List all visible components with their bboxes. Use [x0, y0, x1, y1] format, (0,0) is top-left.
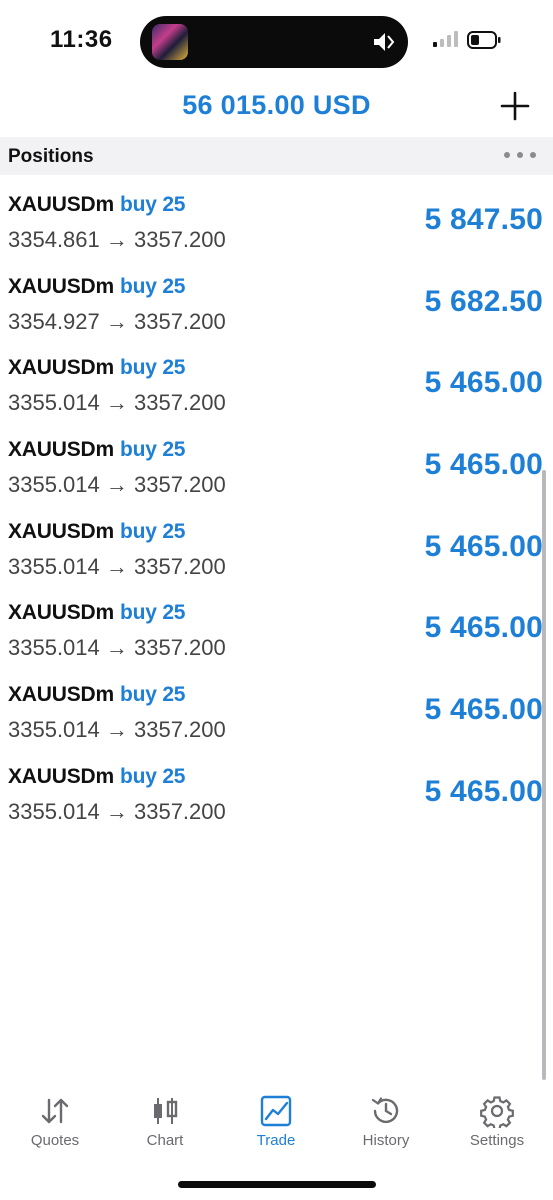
tab-label: Chart — [146, 1132, 184, 1149]
trade-header: 56 015.00 USD — [0, 82, 553, 134]
position-profit: 5 465.00 — [424, 693, 543, 727]
position-row[interactable]: XAUUSDm buy 25 3355.014 → 3357.200 5 465.… — [0, 428, 553, 510]
silent-bell-icon — [374, 33, 395, 51]
position-profit: 5 682.50 — [424, 284, 543, 318]
status-bar: 11:36 — [0, 0, 553, 80]
position-symbol: XAUUSDm buy 25 — [8, 275, 185, 299]
position-profit: 5 465.00 — [424, 529, 543, 563]
position-symbol: XAUUSDm buy 25 — [8, 765, 185, 789]
album-art-thumbnail — [152, 24, 188, 60]
position-prices: 3355.014 → 3357.200 — [8, 553, 226, 579]
position-row[interactable]: XAUUSDm buy 25 3355.014 → 3357.200 5 465.… — [0, 755, 553, 837]
symbol-name: XAUUSDm — [8, 356, 114, 380]
position-prices: 3355.014 → 3357.200 — [8, 635, 226, 661]
position-prices: 3355.014 → 3357.200 — [8, 717, 226, 743]
symbol-name: XAUUSDm — [8, 683, 114, 707]
position-side: buy 25 — [119, 764, 186, 788]
position-row[interactable]: XAUUSDm buy 25 3355.014 → 3357.200 5 465.… — [0, 510, 553, 592]
position-side: buy 25 — [119, 683, 186, 707]
position-symbol: XAUUSDm buy 25 — [8, 683, 185, 707]
new-order-plus-icon[interactable] — [499, 90, 531, 122]
position-prices: 3354.861 → 3357.200 — [8, 227, 226, 252]
symbol-name: XAUUSDm — [8, 193, 114, 216]
position-prices: 3355.014 → 3357.200 — [8, 390, 226, 416]
trade-chart-icon — [260, 1095, 292, 1127]
position-side: buy 25 — [119, 356, 186, 380]
position-row[interactable]: XAUUSDm buy 25 3354.861 → 3357.200 5 847.… — [0, 183, 553, 265]
quotes-arrows-icon — [41, 1098, 69, 1124]
position-side: buy 25 — [119, 438, 186, 462]
candlestick-icon — [154, 1098, 178, 1124]
position-symbol: XAUUSDm buy 25 — [8, 438, 185, 462]
position-prices: 3355.014 → 3357.200 — [8, 472, 226, 498]
tab-settings[interactable]: Settings — [447, 1088, 547, 1158]
more-options-icon[interactable] — [503, 149, 537, 161]
position-side: buy 25 — [119, 601, 186, 625]
position-row[interactable]: XAUUSDm buy 25 3355.014 → 3357.200 5 465.… — [0, 591, 553, 673]
position-symbol: XAUUSDm buy 25 — [8, 520, 185, 544]
positions-list: XAUUSDm buy 25 3354.861 → 3357.200 5 847.… — [0, 183, 553, 837]
symbol-name: XAUUSDm — [8, 438, 114, 462]
tab-label: History — [362, 1132, 410, 1149]
position-profit: 5 465.00 — [424, 611, 543, 645]
gear-icon — [480, 1096, 514, 1128]
tab-quotes[interactable]: Quotes — [5, 1088, 105, 1158]
symbol-name: XAUUSDm — [8, 764, 114, 788]
home-indicator[interactable] — [178, 1181, 376, 1188]
battery-icon — [467, 31, 501, 49]
symbol-name: XAUUSDm — [8, 601, 114, 625]
symbol-name: XAUUSDm — [8, 519, 114, 543]
position-profit: 5 465.00 — [424, 774, 543, 808]
tab-chart[interactable]: Chart — [115, 1088, 215, 1158]
tab-trade[interactable]: Trade — [226, 1088, 326, 1158]
tab-label: Trade — [256, 1132, 296, 1149]
position-profit: 5 465.00 — [424, 366, 543, 400]
position-profit: 5 847.50 — [424, 203, 543, 236]
dynamic-island — [140, 16, 408, 68]
position-row[interactable]: XAUUSDm buy 25 3354.927 → 3357.200 5 682.… — [0, 265, 553, 347]
position-prices: 3354.927 → 3357.200 — [8, 308, 226, 334]
cellular-signal-icon — [433, 31, 458, 47]
position-row[interactable]: XAUUSDm buy 25 3355.014 → 3357.200 5 465.… — [0, 673, 553, 755]
position-side: buy 25 — [119, 193, 186, 216]
position-symbol: XAUUSDm buy 25 — [8, 193, 185, 217]
position-side: buy 25 — [119, 519, 186, 543]
tab-history[interactable]: History — [336, 1088, 436, 1158]
position-symbol: XAUUSDm buy 25 — [8, 356, 185, 380]
position-profit: 5 465.00 — [424, 448, 543, 482]
position-symbol: XAUUSDm buy 25 — [8, 601, 185, 625]
symbol-name: XAUUSDm — [8, 274, 114, 298]
position-prices: 3355.014 → 3357.200 — [8, 798, 226, 824]
position-side: buy 25 — [119, 274, 186, 298]
status-time: 11:36 — [50, 26, 113, 53]
section-title: Positions — [8, 146, 94, 167]
scrollbar[interactable] — [542, 470, 546, 1080]
history-clock-icon — [371, 1097, 399, 1124]
positions-section-header: Positions — [0, 137, 553, 175]
account-balance: 56 015.00 USD — [182, 90, 371, 120]
tab-label: Quotes — [30, 1132, 80, 1149]
tab-label: Settings — [469, 1132, 525, 1149]
position-row[interactable]: XAUUSDm buy 25 3355.014 → 3357.200 5 465.… — [0, 346, 553, 428]
